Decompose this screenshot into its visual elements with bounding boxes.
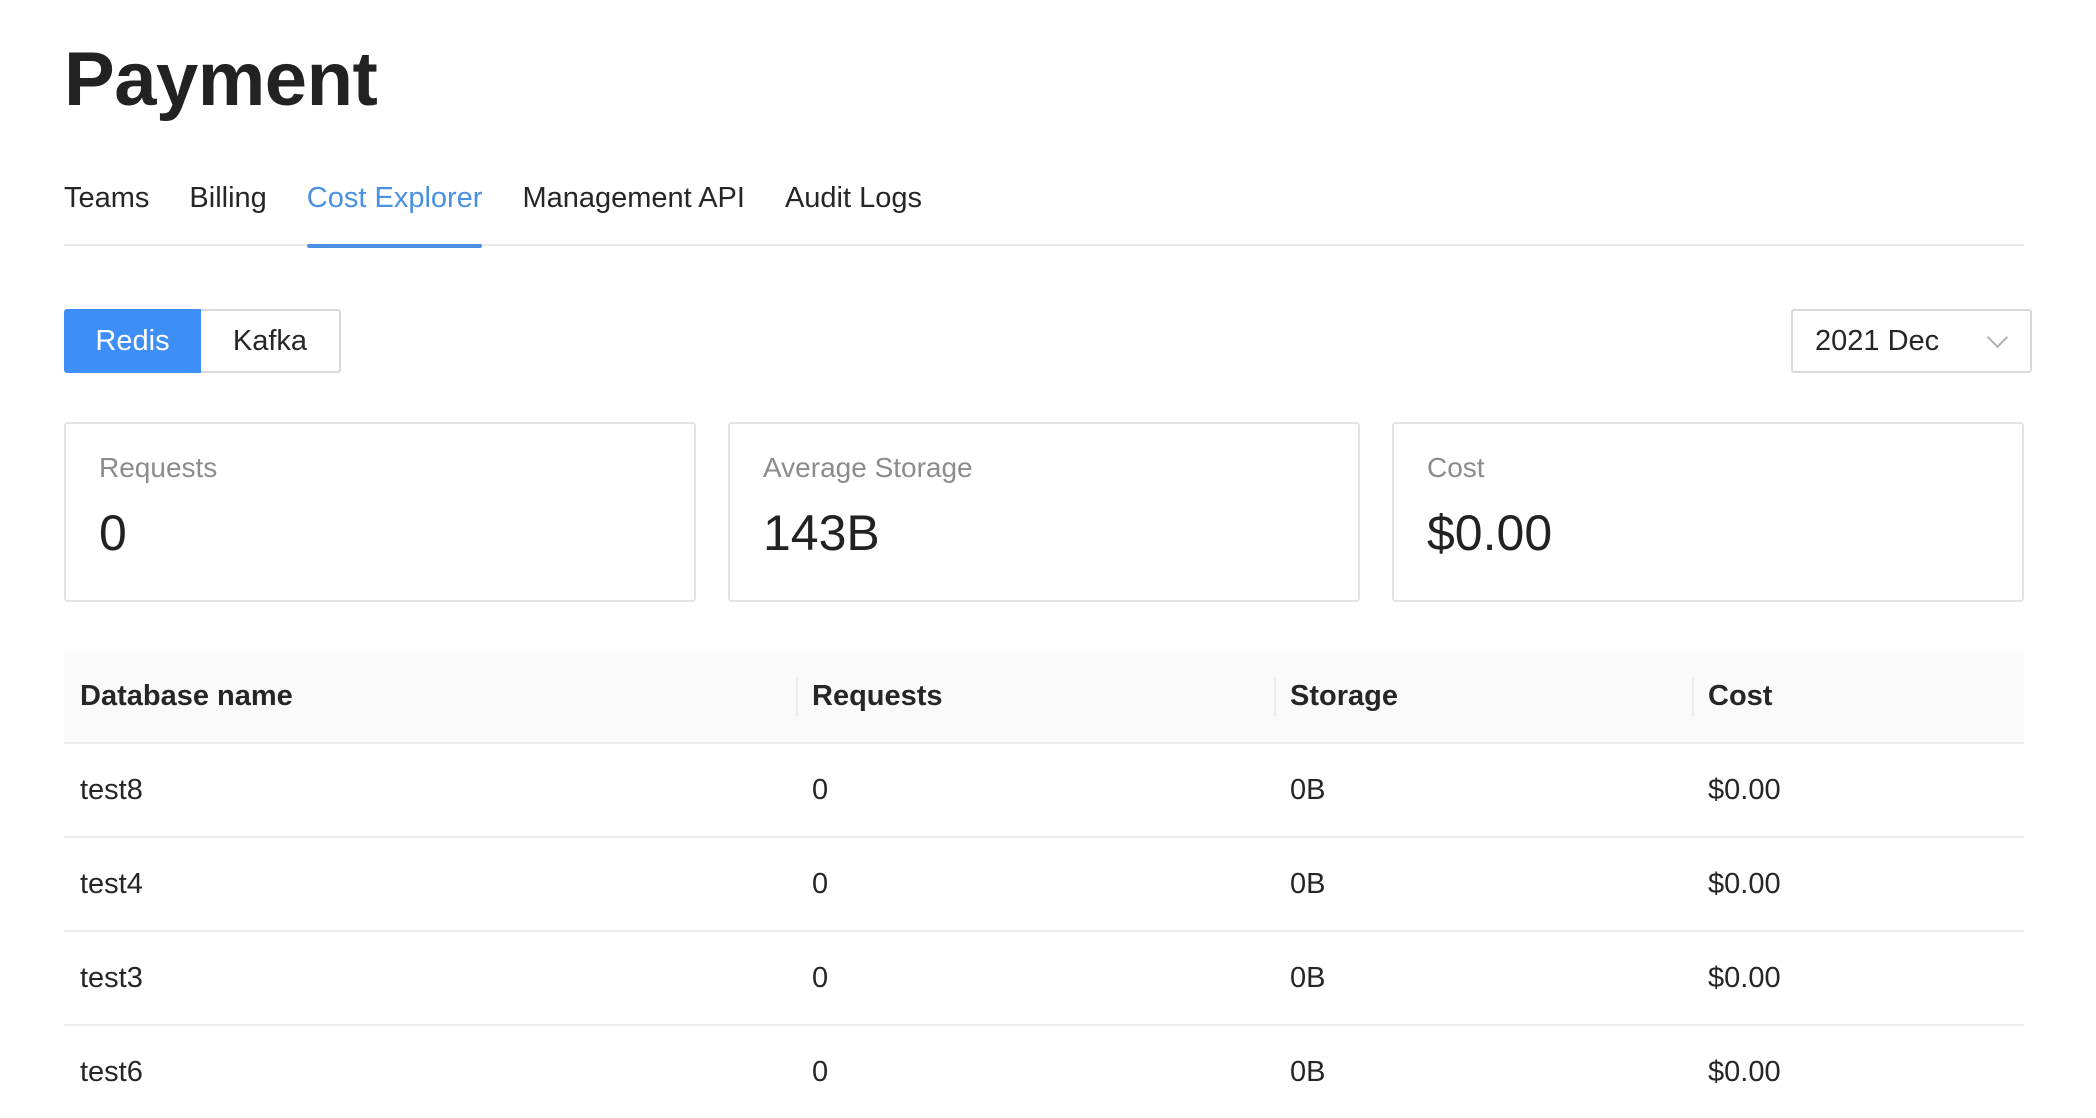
table-row: test6 0 0B $0.00 [64, 1026, 2024, 1118]
requests-value: 0 [99, 505, 127, 561]
page-title: Payment [64, 37, 378, 122]
average-storage-card: Average Storage 143B [728, 422, 1360, 602]
cell-database-name: test3 [80, 961, 143, 994]
tab-cost-explorer[interactable]: Cost Explorer [306, 170, 482, 248]
cell-cost: $0.00 [1708, 773, 1781, 806]
kafka-button[interactable]: Kafka [201, 309, 341, 373]
cell-requests: 0 [812, 961, 829, 994]
average-storage-label: Average Storage [763, 452, 973, 483]
cell-database-name: test4 [80, 867, 143, 900]
average-storage-value: 143B [763, 505, 880, 561]
cell-requests: 0 [812, 773, 829, 806]
requests-card: Requests 0 [64, 422, 696, 602]
month-select-value: 2021 Dec [1815, 324, 1940, 357]
cell-storage: 0B [1290, 1055, 1326, 1088]
cell-cost: $0.00 [1708, 961, 1781, 994]
cell-cost: $0.00 [1708, 1055, 1781, 1088]
cell-cost: $0.00 [1708, 867, 1781, 900]
table-row: test3 0 0B $0.00 [64, 932, 2024, 1026]
column-header-cost: Cost [1692, 651, 2024, 742]
month-select[interactable]: 2021 Dec [1791, 309, 2032, 373]
stats-row: Requests 0 Average Storage 143B Cost $0.… [64, 422, 2024, 602]
product-toggle: Redis Kafka [64, 309, 341, 373]
cell-database-name: test8 [80, 773, 143, 806]
cell-storage: 0B [1290, 867, 1326, 900]
table-row: test8 0 0B $0.00 [64, 744, 2024, 838]
cell-database-name: test6 [80, 1055, 143, 1088]
cell-storage: 0B [1290, 961, 1326, 994]
tab-billing[interactable]: Billing [189, 170, 266, 246]
database-cost-table: Database name Requests Storage Cost test… [64, 651, 2024, 1118]
settings-tabs: Teams Billing Cost Explorer Management A… [64, 170, 2024, 248]
payment-page: Payment Teams Billing Cost Explorer Mana… [0, 0, 2096, 1118]
tab-teams[interactable]: Teams [64, 170, 149, 246]
cost-label: Cost [1427, 452, 1485, 483]
tab-management-api[interactable]: Management API [522, 170, 744, 246]
tab-audit-logs[interactable]: Audit Logs [785, 170, 922, 246]
redis-button[interactable]: Redis [64, 309, 201, 373]
table-header: Database name Requests Storage Cost [64, 651, 2024, 744]
requests-label: Requests [99, 452, 218, 483]
column-header-database-name: Database name [80, 680, 293, 712]
cost-value: $0.00 [1427, 505, 1553, 561]
cell-storage: 0B [1290, 773, 1326, 806]
chevron-down-icon [1986, 330, 2008, 352]
column-header-storage: Storage [1274, 651, 1692, 742]
cell-requests: 0 [812, 1055, 829, 1088]
cost-card: Cost $0.00 [1392, 422, 2024, 602]
cell-requests: 0 [812, 867, 829, 900]
table-row: test4 0 0B $0.00 [64, 838, 2024, 932]
column-header-requests: Requests [796, 651, 1274, 742]
